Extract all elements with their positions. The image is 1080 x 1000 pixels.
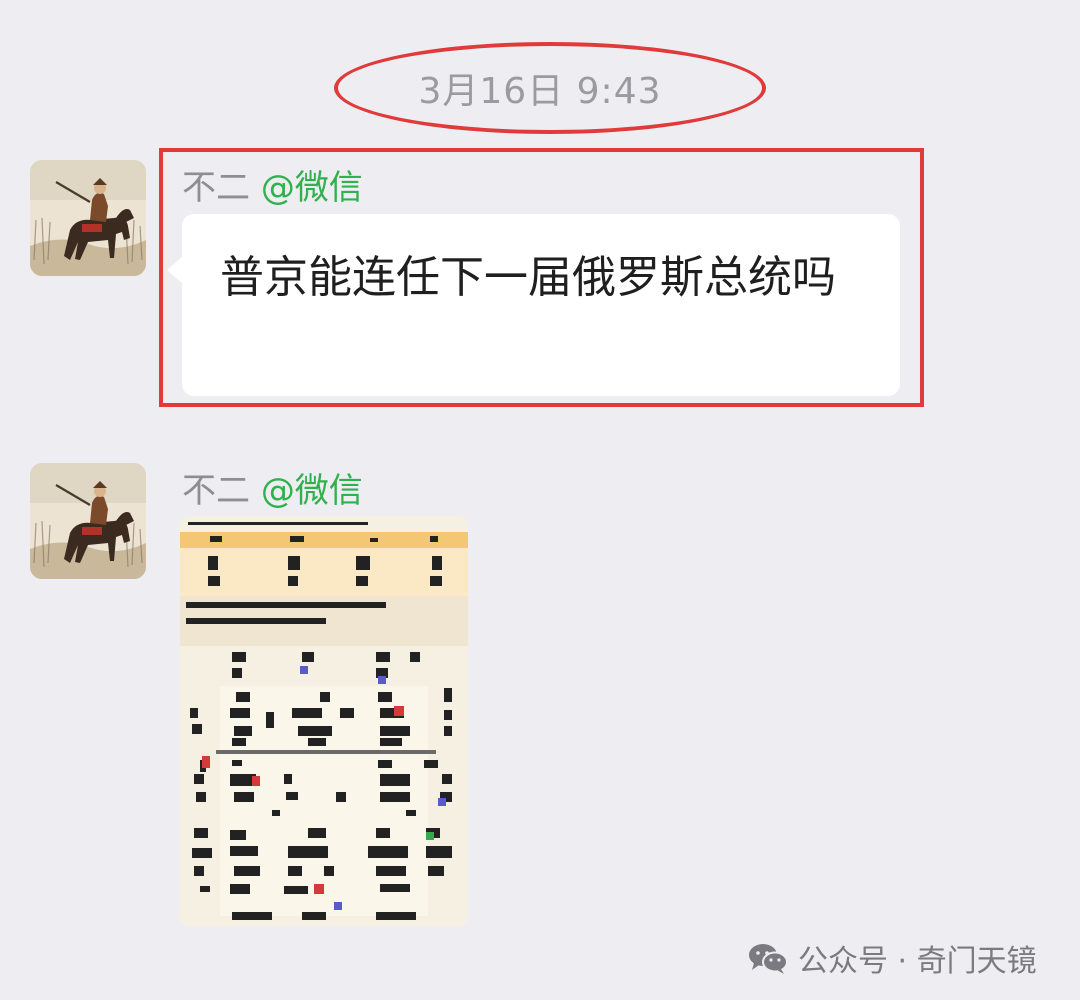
- sender-name: 不二: [182, 471, 250, 511]
- wechat-icon: [749, 944, 788, 974]
- image-message-thumbnail[interactable]: [180, 516, 468, 926]
- watermark-text: 公众号 · 奇门天镜: [798, 944, 1037, 979]
- horseman-avatar-image: [30, 160, 146, 276]
- timestamp-highlight-ellipse: [334, 42, 766, 134]
- horseman-avatar-image: [30, 463, 146, 579]
- sender-avatar[interactable]: [30, 463, 146, 579]
- message-highlight-rectangle: [159, 148, 924, 407]
- sender-label: 不二 @微信: [182, 463, 363, 512]
- sender-avatar[interactable]: [30, 160, 146, 276]
- watermark: 公众号 · 奇门天镜: [748, 936, 1037, 980]
- blurred-chart-image: [180, 516, 468, 926]
- sender-handle[interactable]: @微信: [261, 471, 363, 511]
